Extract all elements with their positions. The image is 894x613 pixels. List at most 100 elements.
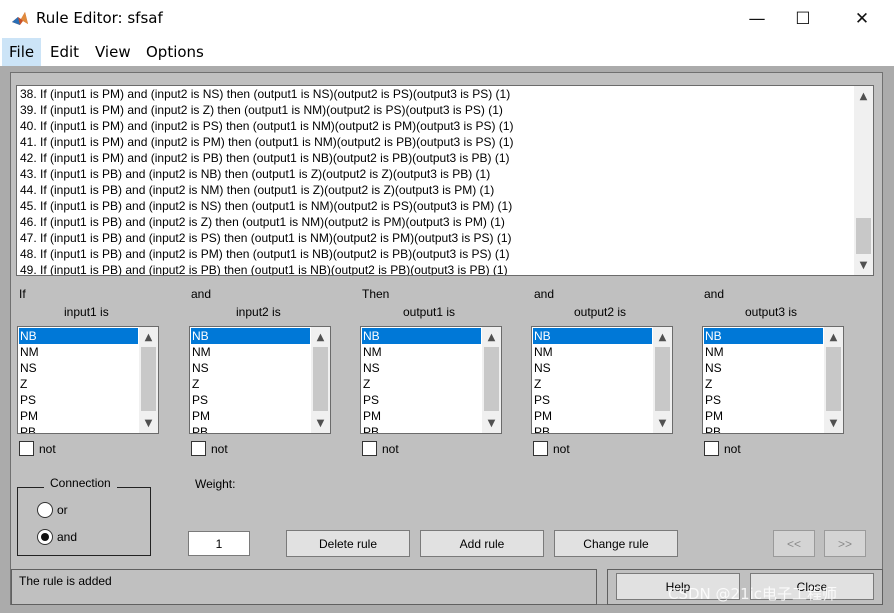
rule-item[interactable]: 44. If (input1 is PB) and (input2 is NM)… [20, 182, 850, 198]
listbox-option[interactable]: PB [19, 424, 138, 433]
rule-item[interactable]: 47. If (input1 is PB) and (input2 is PS)… [20, 230, 850, 246]
menu-options[interactable]: Options [139, 38, 211, 66]
listbox-option[interactable]: NB [533, 328, 652, 344]
input1-not-checkbox[interactable] [19, 441, 34, 456]
rule-item[interactable]: 40. If (input1 is PM) and (input2 is PS)… [20, 118, 850, 134]
rule-item[interactable]: 45. If (input1 is PB) and (input2 is NS)… [20, 198, 850, 214]
scroll-thumb[interactable] [484, 347, 499, 411]
listbox-option[interactable]: Z [191, 376, 310, 392]
output2-not-checkbox[interactable] [533, 441, 548, 456]
listbox-option[interactable]: PB [533, 424, 652, 433]
scroll-up-icon[interactable]: ▲ [824, 329, 843, 345]
scroll-thumb[interactable] [856, 218, 871, 254]
listbox-option[interactable]: PM [362, 408, 481, 424]
listbox-option[interactable]: NM [19, 344, 138, 360]
listbox-option[interactable]: Z [362, 376, 481, 392]
listbox-option[interactable]: PM [704, 408, 823, 424]
scroll-down-icon[interactable]: ▼ [854, 257, 873, 273]
listbox-option[interactable]: NB [362, 328, 481, 344]
scroll-up-icon[interactable]: ▲ [653, 329, 672, 345]
next-button[interactable]: >> [824, 530, 866, 557]
menu-view[interactable]: View [88, 38, 138, 66]
listbox-option[interactable]: NS [533, 360, 652, 376]
listbox-scrollbar[interactable]: ▲ ▼ [653, 327, 672, 433]
add-rule-button[interactable]: Add rule [420, 530, 544, 557]
output2-listbox[interactable]: NB NM NS Z PS PM PB ▲ ▼ [531, 326, 673, 434]
listbox-option[interactable]: PS [19, 392, 138, 408]
scroll-thumb[interactable] [141, 347, 156, 411]
listbox-option[interactable]: PM [19, 408, 138, 424]
listbox-scrollbar[interactable]: ▲ ▼ [139, 327, 158, 433]
radio-and[interactable] [37, 529, 53, 545]
column-header: input1 is [64, 305, 109, 319]
scroll-up-icon[interactable]: ▲ [139, 329, 158, 345]
listbox-option[interactable]: NS [362, 360, 481, 376]
rule-item[interactable]: 43. If (input1 is PB) and (input2 is NB)… [20, 166, 850, 182]
listbox-scrollbar[interactable]: ▲ ▼ [824, 327, 843, 433]
change-rule-button[interactable]: Change rule [554, 530, 678, 557]
minimize-button[interactable]: — [734, 0, 780, 38]
scroll-down-icon[interactable]: ▼ [824, 415, 843, 431]
scroll-thumb[interactable] [655, 347, 670, 411]
listbox-option[interactable]: NB [19, 328, 138, 344]
output3-not-checkbox[interactable] [704, 441, 719, 456]
menu-edit[interactable]: Edit [43, 38, 86, 66]
scroll-up-icon[interactable]: ▲ [311, 329, 330, 345]
listbox-option[interactable]: NM [191, 344, 310, 360]
listbox-option[interactable]: NB [704, 328, 823, 344]
listbox-option[interactable]: NS [19, 360, 138, 376]
listbox-option[interactable]: PB [704, 424, 823, 433]
menu-file[interactable]: File [2, 38, 42, 66]
input1-listbox[interactable]: NB NM NS Z PS PM PB ▲ ▼ [17, 326, 159, 434]
output3-listbox[interactable]: NB NM NS Z PS PM PB ▲ ▼ [702, 326, 844, 434]
not-label: not [39, 442, 56, 456]
close-window-button[interactable]: ✕ [839, 0, 885, 38]
listbox-items: NB NM NS Z PS PM PB [362, 328, 481, 433]
rule-item[interactable]: 48. If (input1 is PB) and (input2 is PM)… [20, 246, 850, 262]
rule-item[interactable]: 39. If (input1 is PM) and (input2 is Z) … [20, 102, 850, 118]
listbox-option[interactable]: PS [533, 392, 652, 408]
listbox-option[interactable]: NM [704, 344, 823, 360]
rule-item[interactable]: 46. If (input1 is PB) and (input2 is Z) … [20, 214, 850, 230]
scroll-down-icon[interactable]: ▼ [482, 415, 501, 431]
listbox-option[interactable]: Z [533, 376, 652, 392]
prev-button[interactable]: << [773, 530, 815, 557]
listbox-option[interactable]: PS [704, 392, 823, 408]
rule-list[interactable]: 38. If (input1 is PM) and (input2 is NS)… [16, 85, 874, 276]
scroll-down-icon[interactable]: ▼ [139, 415, 158, 431]
radio-or[interactable] [37, 502, 53, 518]
listbox-option[interactable]: NB [191, 328, 310, 344]
listbox-option[interactable]: Z [704, 376, 823, 392]
rule-item[interactable]: 38. If (input1 is PM) and (input2 is NS)… [20, 86, 850, 102]
rule-item[interactable]: 42. If (input1 is PM) and (input2 is PB)… [20, 150, 850, 166]
listbox-option[interactable]: PS [191, 392, 310, 408]
scroll-thumb[interactable] [826, 347, 841, 411]
rule-list-scrollbar[interactable]: ▲ ▼ [854, 86, 873, 275]
scroll-down-icon[interactable]: ▼ [653, 415, 672, 431]
listbox-option[interactable]: PM [533, 408, 652, 424]
scroll-up-icon[interactable]: ▲ [482, 329, 501, 345]
listbox-option[interactable]: PB [362, 424, 481, 433]
listbox-option[interactable]: NS [704, 360, 823, 376]
maximize-button[interactable]: ☐ [780, 0, 826, 38]
input2-not-checkbox[interactable] [191, 441, 206, 456]
listbox-option[interactable]: NM [533, 344, 652, 360]
delete-rule-button[interactable]: Delete rule [286, 530, 410, 557]
input2-listbox[interactable]: NB NM NS Z PS PM PB ▲ ▼ [189, 326, 331, 434]
listbox-scrollbar[interactable]: ▲ ▼ [482, 327, 501, 433]
listbox-option[interactable]: NM [362, 344, 481, 360]
rule-item[interactable]: 49. If (input1 is PB) and (input2 is PB)… [20, 262, 850, 275]
listbox-scrollbar[interactable]: ▲ ▼ [311, 327, 330, 433]
output1-listbox[interactable]: NB NM NS Z PS PM PB ▲ ▼ [360, 326, 502, 434]
listbox-option[interactable]: Z [19, 376, 138, 392]
listbox-option[interactable]: PS [362, 392, 481, 408]
scroll-up-icon[interactable]: ▲ [854, 88, 873, 104]
listbox-option[interactable]: NS [191, 360, 310, 376]
output1-not-checkbox[interactable] [362, 441, 377, 456]
rule-item[interactable]: 41. If (input1 is PM) and (input2 is PM)… [20, 134, 850, 150]
scroll-down-icon[interactable]: ▼ [311, 415, 330, 431]
scroll-thumb[interactable] [313, 347, 328, 411]
weight-input[interactable] [188, 531, 250, 556]
listbox-option[interactable]: PM [191, 408, 310, 424]
listbox-option[interactable]: PB [191, 424, 310, 433]
